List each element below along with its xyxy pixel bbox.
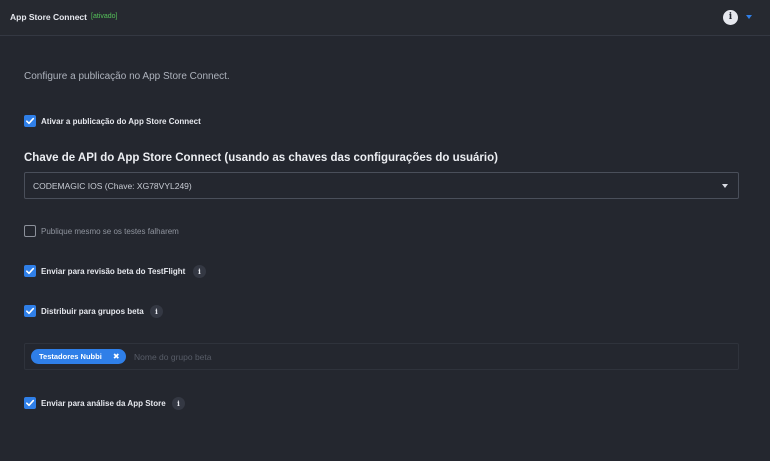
status-badge: [ativado] [91, 13, 118, 20]
beta-group-placeholder[interactable]: Nome do grupo beta [134, 352, 212, 362]
section-title: App Store Connect [10, 12, 87, 22]
checkmark-icon [26, 307, 35, 315]
tag-chip-label: Testadores Nubbi [39, 352, 102, 361]
intro-text: Configure a publicação no App Store Conn… [24, 71, 230, 82]
info-icon[interactable]: i [723, 10, 738, 25]
chevron-down-icon[interactable] [746, 15, 752, 19]
app-store-review-label[interactable]: Enviar para análise da App Store [41, 399, 166, 408]
beta-groups-checkbox[interactable] [24, 305, 36, 317]
testflight-label[interactable]: Enviar para revisão beta do TestFlight [41, 267, 185, 276]
checkmark-icon [26, 117, 35, 125]
checkmark-icon [26, 399, 35, 407]
beta-group-tag-input[interactable]: Testadores Nubbi ✖ Nome do grupo beta [24, 343, 739, 370]
publish-on-fail-label[interactable]: Publique mesmo se os testes falharem [41, 227, 179, 236]
tag-chip: Testadores Nubbi ✖ [31, 349, 126, 364]
api-key-value: CODEMAGIC IOS (Chave: XG78VYL249) [33, 181, 192, 191]
section-header[interactable]: App Store Connect [ativado] i [0, 0, 770, 36]
enable-publishing-checkbox[interactable] [24, 115, 36, 127]
publish-on-fail-checkbox[interactable] [24, 225, 36, 237]
enable-publishing-label[interactable]: Ativar a publicação do App Store Connect [41, 117, 201, 126]
api-key-select[interactable]: CODEMAGIC IOS (Chave: XG78VYL249) [24, 172, 739, 199]
info-icon[interactable]: i [150, 305, 163, 318]
testflight-checkbox[interactable] [24, 265, 36, 277]
info-icon[interactable]: i [193, 265, 206, 278]
info-icon[interactable]: i [172, 397, 185, 410]
app-store-review-checkbox[interactable] [24, 397, 36, 409]
beta-groups-label[interactable]: Distribuir para grupos beta [41, 307, 144, 316]
checkmark-icon [26, 267, 35, 275]
chevron-down-icon [722, 184, 728, 188]
api-key-title: Chave de API do App Store Connect (usand… [24, 152, 498, 164]
close-icon[interactable]: ✖ [113, 352, 120, 361]
